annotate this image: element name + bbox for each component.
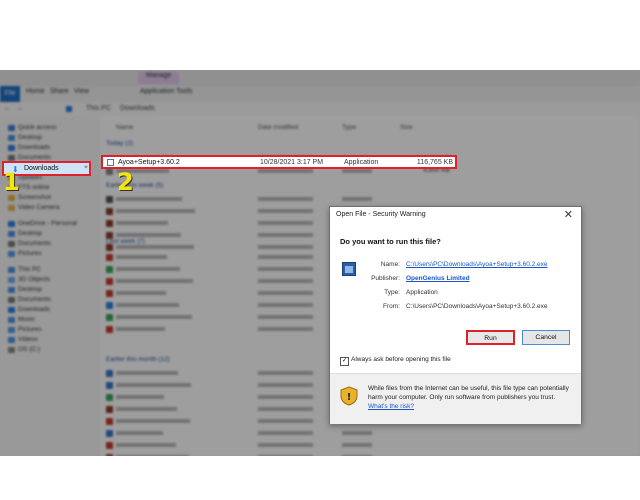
file-type: Application	[344, 159, 379, 166]
dialog-question: Do you want to run this file?	[340, 237, 441, 246]
step-marker-2: 2	[117, 168, 134, 196]
warning-message: While files from the Internet can be use…	[368, 385, 569, 401]
run-button[interactable]: Run	[466, 330, 515, 345]
installer-file-icon	[107, 159, 114, 166]
security-warning-dialog: Open File - Security Warning ✕ Do you wa…	[329, 206, 582, 424]
shield-warning-icon: !	[340, 386, 358, 406]
type-value: Application	[406, 289, 438, 296]
whats-the-risk-link[interactable]: What's the risk?	[368, 403, 414, 410]
always-ask-label: Always ask before opening this file	[351, 356, 451, 363]
file-row-ayoa-setup[interactable]: Ayoa+Setup+3.60.2 10/28/2021 3:17 PM App…	[101, 155, 457, 169]
from-value: C:\Users\PC\Downloads\Ayoa+Setup+3.60.2.…	[406, 303, 548, 310]
file-date: 10/28/2021 3:17 PM	[260, 159, 324, 166]
dialog-footer: ! While files from the Internet can be u…	[330, 373, 581, 424]
step-marker-1: 1	[3, 168, 20, 196]
warning-text: While files from the Internet can be use…	[368, 384, 573, 411]
from-label: From:	[383, 303, 400, 310]
file-size: 116,765 KB	[416, 159, 453, 166]
type-label: Type:	[384, 289, 400, 296]
sidebar-item-label: Downloads	[24, 165, 59, 172]
bottom-margin	[0, 456, 640, 500]
svg-text:!: !	[347, 392, 352, 403]
publisher-link[interactable]: OpenGenius Limited	[406, 275, 470, 282]
always-ask-checkbox[interactable]: ✓	[340, 357, 349, 366]
cancel-button[interactable]: Cancel	[522, 330, 570, 345]
pin-icon: ⌖	[84, 164, 88, 171]
name-label: Name:	[380, 261, 400, 268]
close-icon[interactable]: ✕	[564, 208, 573, 221]
name-value-link[interactable]: C:\Users\PC\Downloads\Ayoa+Setup+3.60.2.…	[406, 261, 548, 268]
file-name: Ayoa+Setup+3.60.2	[118, 159, 180, 166]
dialog-title: Open File - Security Warning	[336, 211, 426, 218]
publisher-label: Publisher:	[371, 275, 400, 282]
